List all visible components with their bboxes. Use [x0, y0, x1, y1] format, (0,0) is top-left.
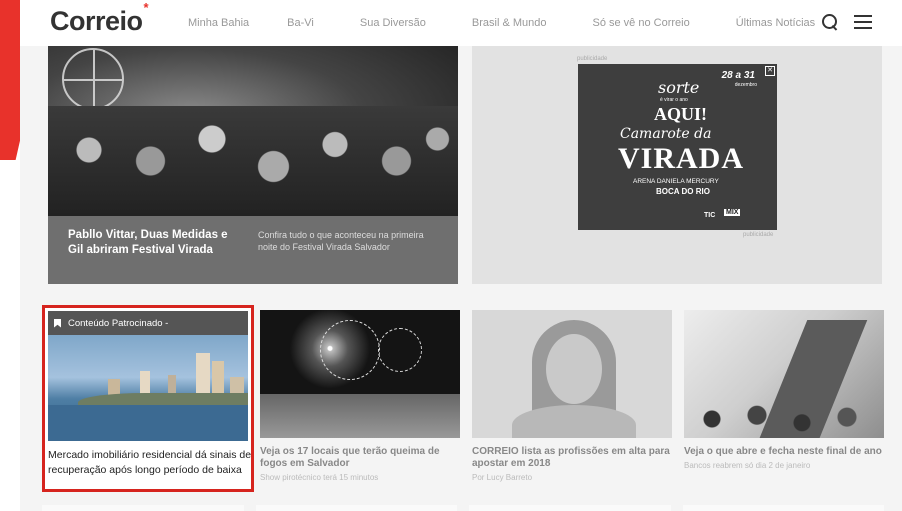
hero-story[interactable]: Pabllo Vittar, Duas Medidas e Gil abrira…: [48, 46, 458, 284]
fireworks-image: [260, 310, 460, 438]
ad-arena-text: ARENA DANIELA MERCURY: [633, 178, 719, 185]
hero-description: Confira tudo o que aconteceu na primeira…: [258, 230, 424, 252]
ad-label-bottom: publicidade: [743, 232, 774, 238]
nav-item-ba-vi[interactable]: Ba-Vi: [287, 17, 314, 29]
ad-close-icon[interactable]: ✕: [765, 66, 775, 76]
ferris-wheel-shape: [62, 48, 124, 110]
nav-item-brasil-mundo[interactable]: Brasil & Mundo: [472, 17, 547, 29]
card-title[interactable]: Veja os 17 locais que terão queima de fo…: [260, 446, 460, 470]
news-card-fireworks[interactable]: Veja os 17 locais que terão queima de fo…: [260, 310, 460, 482]
nav-item-ultimas-noticias[interactable]: Últimas Notícias: [736, 17, 815, 29]
ad-boca-text: BOCA DO RIO: [656, 187, 710, 196]
header-actions: [820, 12, 872, 32]
hero-title[interactable]: Pabllo Vittar, Duas Medidas e Gil abrira…: [68, 228, 238, 258]
mall-image: [684, 310, 884, 438]
news-card-professions[interactable]: CORREIO lista as profissões em alta para…: [472, 310, 672, 482]
sponsor-bar: Conteúdo Patrocinado -: [48, 311, 248, 335]
ad-aqui-text: AQUI!: [654, 104, 707, 124]
main-nav: Minha Bahia Ba-Vi Sua Diversão Brasil & …: [188, 17, 815, 29]
next-row-cards: [42, 505, 884, 511]
news-card-year-end[interactable]: Veja o que abre e fecha neste final de a…: [684, 310, 884, 470]
ad-sorte-sub: é virar o ano: [660, 97, 688, 103]
logo-text: Correio: [50, 6, 143, 36]
logo-mark: *: [143, 0, 149, 15]
ad-camarote-text: Camarote da: [620, 126, 712, 142]
ad-sorte-text: sorte: [658, 78, 700, 97]
ad-brand-tic: TIC: [704, 212, 716, 219]
bookmark-icon: [54, 318, 61, 328]
ad-brand-mix: MIX: [724, 209, 741, 216]
city-skyline-image: [48, 335, 248, 441]
ad-virada-text: VIRADA: [618, 142, 744, 175]
ad-banner[interactable]: ✕ 28 a 31 dezembro sorte é virar o ano A…: [578, 64, 777, 230]
nav-item-minha-bahia[interactable]: Minha Bahia: [188, 17, 249, 29]
card-title[interactable]: CORREIO lista as profissões em alta para…: [472, 446, 672, 470]
nav-item-so-se-ve[interactable]: Só se vê no Correio: [593, 17, 690, 29]
search-icon[interactable]: [820, 12, 840, 32]
ad-date-sub: dezembro: [734, 82, 757, 88]
hero-image: [48, 46, 458, 216]
card-title[interactable]: Mercado imobiliário residencial dá sinai…: [48, 448, 254, 478]
card-subtitle: Bancos reabrem só dia 2 de janeiro: [684, 461, 811, 470]
site-header: Correio* Minha Bahia Ba-Vi Sua Diversão …: [20, 0, 902, 46]
ad-date: 28 a 31: [721, 70, 755, 81]
sponsor-label: Conteúdo Patrocinado -: [68, 317, 169, 329]
card-subtitle: Show pirotécnico terá 15 minutos: [260, 473, 379, 482]
crowd-shape: [48, 106, 458, 216]
sponsored-card[interactable]: Conteúdo Patrocinado - Mercado imobiliár…: [42, 305, 254, 492]
site-logo[interactable]: Correio*: [50, 0, 149, 37]
nav-item-sua-diversao[interactable]: Sua Diversão: [360, 17, 426, 29]
hamburger-menu-icon[interactable]: [854, 15, 872, 29]
portrait-image: [472, 310, 672, 438]
ad-label-top: publicidade: [577, 56, 608, 62]
card-subtitle: Por Lucy Barreto: [472, 473, 533, 482]
card-title[interactable]: Veja o que abre e fecha neste final de a…: [684, 446, 884, 458]
